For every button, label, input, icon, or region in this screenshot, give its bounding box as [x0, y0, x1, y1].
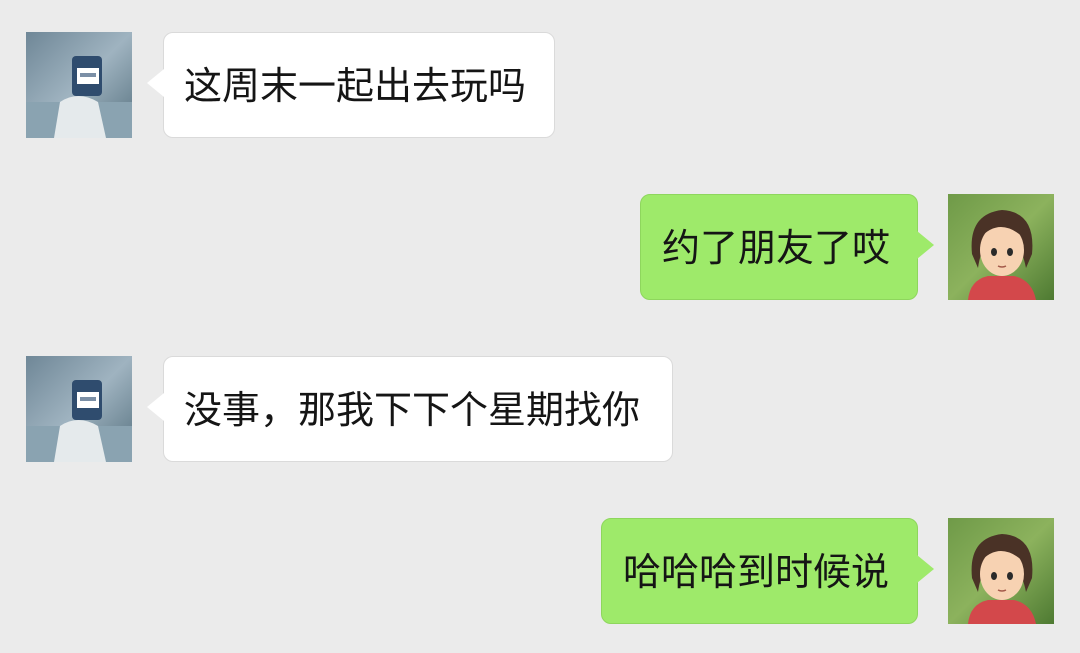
chat-bubble-outgoing[interactable]: 哈哈哈到时候说 [601, 518, 934, 624]
message-text: 这周末一起出去玩吗 [184, 64, 527, 108]
message-row-incoming: 这周末一起出去玩吗 [0, 32, 1080, 138]
friend-avatar[interactable] [26, 356, 132, 462]
chat-bubble-outgoing[interactable]: 约了朋友了哎 [640, 194, 934, 300]
chat-bubble-incoming[interactable]: 没事，那我下下个星期找你 [147, 356, 673, 462]
bubble-tail [917, 555, 934, 583]
message-text: 没事，那我下下个星期找你 [184, 388, 641, 432]
bubble-tail [917, 231, 934, 259]
self-avatar[interactable] [948, 194, 1054, 300]
message-row-outgoing: 哈哈哈到时候说 [0, 518, 1080, 624]
bubble-tail [147, 393, 164, 421]
friend-avatar[interactable] [26, 32, 132, 138]
chat-bubble-incoming[interactable]: 这周末一起出去玩吗 [147, 32, 555, 138]
message-text: 哈哈哈到时候说 [623, 550, 890, 594]
message-row-outgoing: 约了朋友了哎 [0, 194, 1080, 300]
bubble-tail [147, 69, 164, 97]
message-row-incoming: 没事，那我下下个星期找你 [0, 356, 1080, 462]
self-avatar[interactable] [948, 518, 1054, 624]
message-text: 约了朋友了哎 [662, 226, 891, 270]
